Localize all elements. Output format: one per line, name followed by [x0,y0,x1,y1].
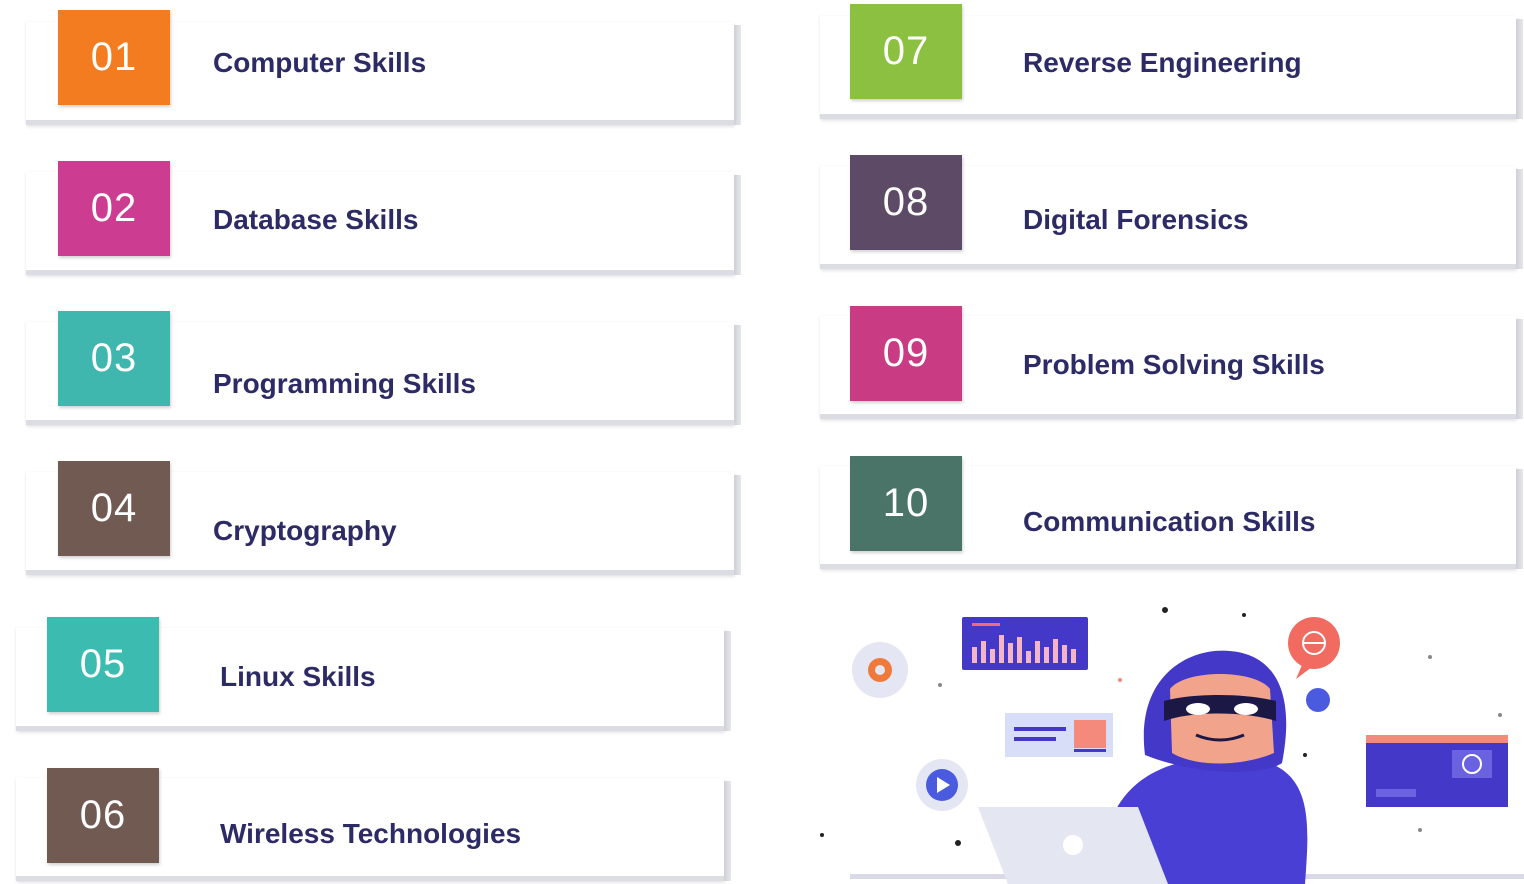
skill-badge-06: 06 [47,768,159,863]
gear-bubble-icon [852,642,908,698]
skill-badge-10: 10 [850,456,962,551]
skill-badge-04: 04 [58,461,170,556]
skill-label-05: Linux Skills [220,661,376,692]
skill-label-06: Wireless Technologies [220,818,522,849]
laptop-icon [978,807,1168,884]
skill-label-02: Database Skills [213,204,419,235]
skill-label-09: Problem Solving Skills [1023,349,1325,380]
skill-label-03: Programming Skills [213,368,476,399]
skill-label-08: Digital Forensics [1023,204,1249,235]
skill-badge-01: 01 [58,10,170,105]
bar-chart-panel-icon [962,617,1088,670]
hacker-illustration [820,607,1524,884]
skill-badge-07: 07 [850,4,962,99]
skill-label-01: Computer Skills [213,47,427,78]
skill-label-07: Reverse Engineering [1023,47,1302,78]
skill-badge-05: 05 [47,617,159,712]
globe-bubble-icon [1288,617,1340,679]
browser-window-icon [1005,713,1113,757]
skill-badge-03: 03 [58,311,170,406]
skill-label-04: Cryptography [213,515,397,546]
play-button-icon [916,759,968,811]
skill-badge-08: 08 [850,155,962,250]
card-panel-icon [1366,735,1508,807]
skill-badge-09: 09 [850,306,962,401]
skill-label-10: Communication Skills [1023,506,1316,537]
skill-badge-02: 02 [58,161,170,256]
